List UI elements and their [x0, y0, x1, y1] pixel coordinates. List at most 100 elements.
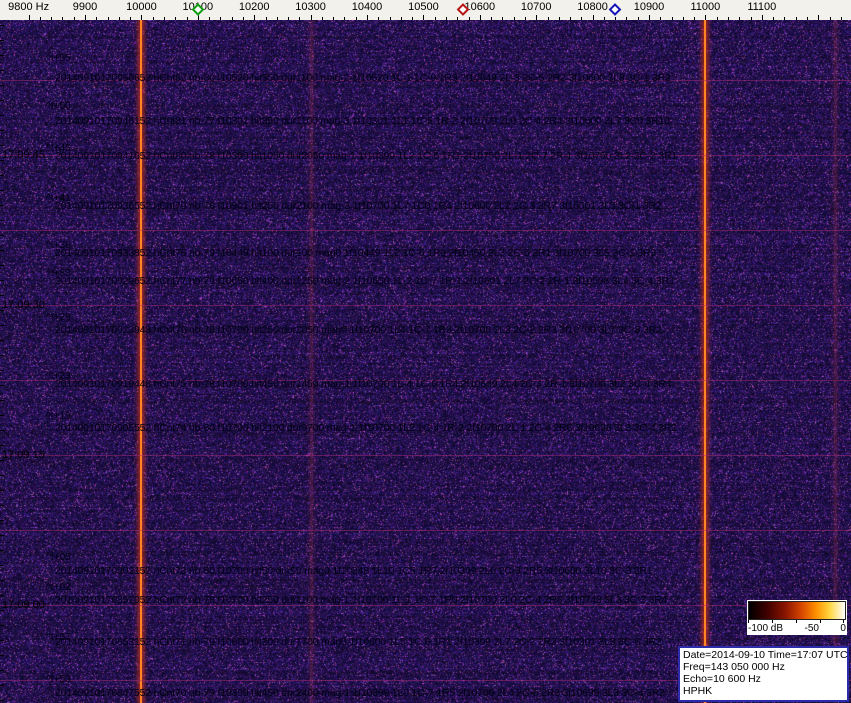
freq-tick-mark	[356, 17, 357, 20]
freq-tick-mark	[491, 17, 492, 20]
freq-tick-mark	[773, 17, 774, 20]
freq-tick-mark	[739, 17, 740, 20]
time-tick-mark	[0, 235, 4, 236]
detection-log-line: 20140910170847552 hCnt70 nb-79 f10399 hi…	[55, 687, 665, 699]
detection-log-line: 20140910170853152 hCnt71 nb-79 f10600 hi…	[55, 636, 662, 648]
freq-tick-mark	[108, 17, 109, 20]
time-tick-mark	[0, 115, 4, 116]
freq-tick-mark	[570, 17, 571, 20]
time-axis-label: 17:09:15	[2, 449, 45, 461]
freq-tick-mark	[830, 17, 831, 20]
freq-tick-mark	[615, 17, 616, 20]
detection-log-line: 20140910170857052 hCnt72 nb-78 f10700 hi…	[55, 594, 667, 606]
time-tick-mark	[0, 625, 4, 626]
spectrogram: 17:09:45 17:09:30 17:09:15 17:09:00 ^t+55 201…	[0, 20, 851, 703]
time-gridline	[0, 305, 851, 306]
detection-log-line: 20140910170933852 hCnt78 nb-79 f10449 hi…	[55, 247, 656, 259]
info-datetime: Date=2014-09-10 Time=17:07 UTC	[683, 649, 844, 661]
time-tick-mark	[0, 700, 4, 701]
freq-tick-mark	[683, 17, 684, 20]
freq-tick-mark	[40, 17, 41, 20]
time-tick-mark	[0, 460, 4, 461]
freq-tick-label: 10400	[352, 1, 383, 13]
freq-tick-label: 10200	[239, 1, 270, 13]
freq-tick-mark	[660, 17, 661, 20]
time-tick-mark	[0, 175, 4, 176]
time-tick-mark	[0, 595, 4, 596]
detection-time-marker: ^t+55	[46, 52, 71, 64]
freq-tick-mark	[807, 17, 808, 20]
freq-tick-mark	[480, 15, 481, 20]
freq-tick-mark	[311, 15, 312, 20]
freq-tick-label: 10000	[126, 1, 157, 13]
db-scale-ticks	[748, 620, 846, 623]
freq-tick-mark	[423, 15, 424, 20]
time-tick-mark	[0, 205, 4, 206]
freq-tick-mark	[243, 17, 244, 20]
time-tick-mark	[0, 250, 4, 251]
freq-tick-mark	[164, 17, 165, 20]
time-tick-mark	[0, 520, 4, 521]
time-tick-mark	[0, 85, 4, 86]
time-tick-mark	[0, 640, 4, 641]
detection-log-line: 20140910170905552 hCnt74 nb-80 f10700 hi…	[55, 422, 677, 434]
freq-tick-mark	[762, 15, 763, 20]
detection-log-line: 20140910170936552 hCnt79 nb-78 f10901 hi…	[55, 200, 662, 212]
freq-tick-mark	[141, 15, 142, 20]
blue-diamond-marker-icon[interactable]	[609, 3, 622, 16]
time-tick-mark	[0, 475, 4, 476]
freq-tick-mark	[728, 17, 729, 20]
freq-tick-mark	[593, 15, 594, 20]
time-tick-mark	[0, 685, 4, 686]
time-tick-mark	[0, 145, 4, 146]
db-scale: -100 dB -50 0	[747, 600, 847, 635]
freq-tick-mark	[85, 15, 86, 20]
time-tick-mark	[0, 505, 4, 506]
freq-tick-mark	[841, 17, 842, 20]
freq-tick-mark	[367, 15, 368, 20]
freq-tick-mark	[390, 17, 391, 20]
time-tick-mark	[0, 565, 4, 566]
freq-tick-label: 10600	[465, 1, 496, 13]
freq-tick-mark	[604, 17, 605, 20]
time-tick-mark	[0, 610, 4, 611]
freq-tick-mark	[175, 17, 176, 20]
freq-tick-mark	[649, 15, 650, 20]
time-tick-mark	[0, 325, 4, 326]
time-tick-mark	[0, 445, 4, 446]
freq-tick-mark	[672, 17, 673, 20]
time-gridline	[0, 530, 851, 531]
freq-tick-mark	[694, 17, 695, 20]
freq-tick-mark	[514, 17, 515, 20]
detection-log-line: 20140910170950652 hCnt82 nb-80 f10520 hi…	[55, 72, 671, 84]
freq-tick-mark	[220, 17, 221, 20]
time-tick-mark	[0, 130, 4, 131]
detection-time-marker: ^t+05	[46, 551, 71, 563]
time-axis-label: 17:09:45	[2, 149, 45, 161]
freq-tick-mark	[299, 17, 300, 20]
freq-tick-mark	[209, 17, 210, 20]
freq-tick-mark	[29, 15, 30, 20]
detection-time-marker: ^t+29	[46, 311, 71, 323]
freq-tick-mark	[559, 17, 560, 20]
time-tick-mark	[0, 100, 4, 101]
freq-tick-mark	[153, 17, 154, 20]
time-tick-mark	[0, 355, 4, 356]
db-tick	[820, 620, 821, 623]
freq-tick-mark	[288, 17, 289, 20]
freq-tick-label: 9800 Hz	[8, 1, 49, 13]
freq-tick-mark	[705, 15, 706, 20]
freq-tick-mark	[62, 17, 63, 20]
time-axis-label: 17:09:00	[2, 599, 45, 611]
db-tick	[772, 620, 773, 623]
detection-log-line: 20140910170929652 hCnt77 nb-79 f10650 hi…	[55, 275, 675, 287]
db-label-mid: -50	[805, 623, 819, 634]
db-tick	[748, 620, 749, 623]
freq-tick-mark	[401, 17, 402, 20]
time-tick-mark	[0, 295, 4, 296]
db-tick	[843, 620, 844, 623]
time-tick-mark	[0, 310, 4, 311]
time-tick-mark	[0, 25, 4, 26]
freq-tick-mark	[130, 17, 131, 20]
detection-time-marker: ^t+02	[46, 581, 71, 593]
